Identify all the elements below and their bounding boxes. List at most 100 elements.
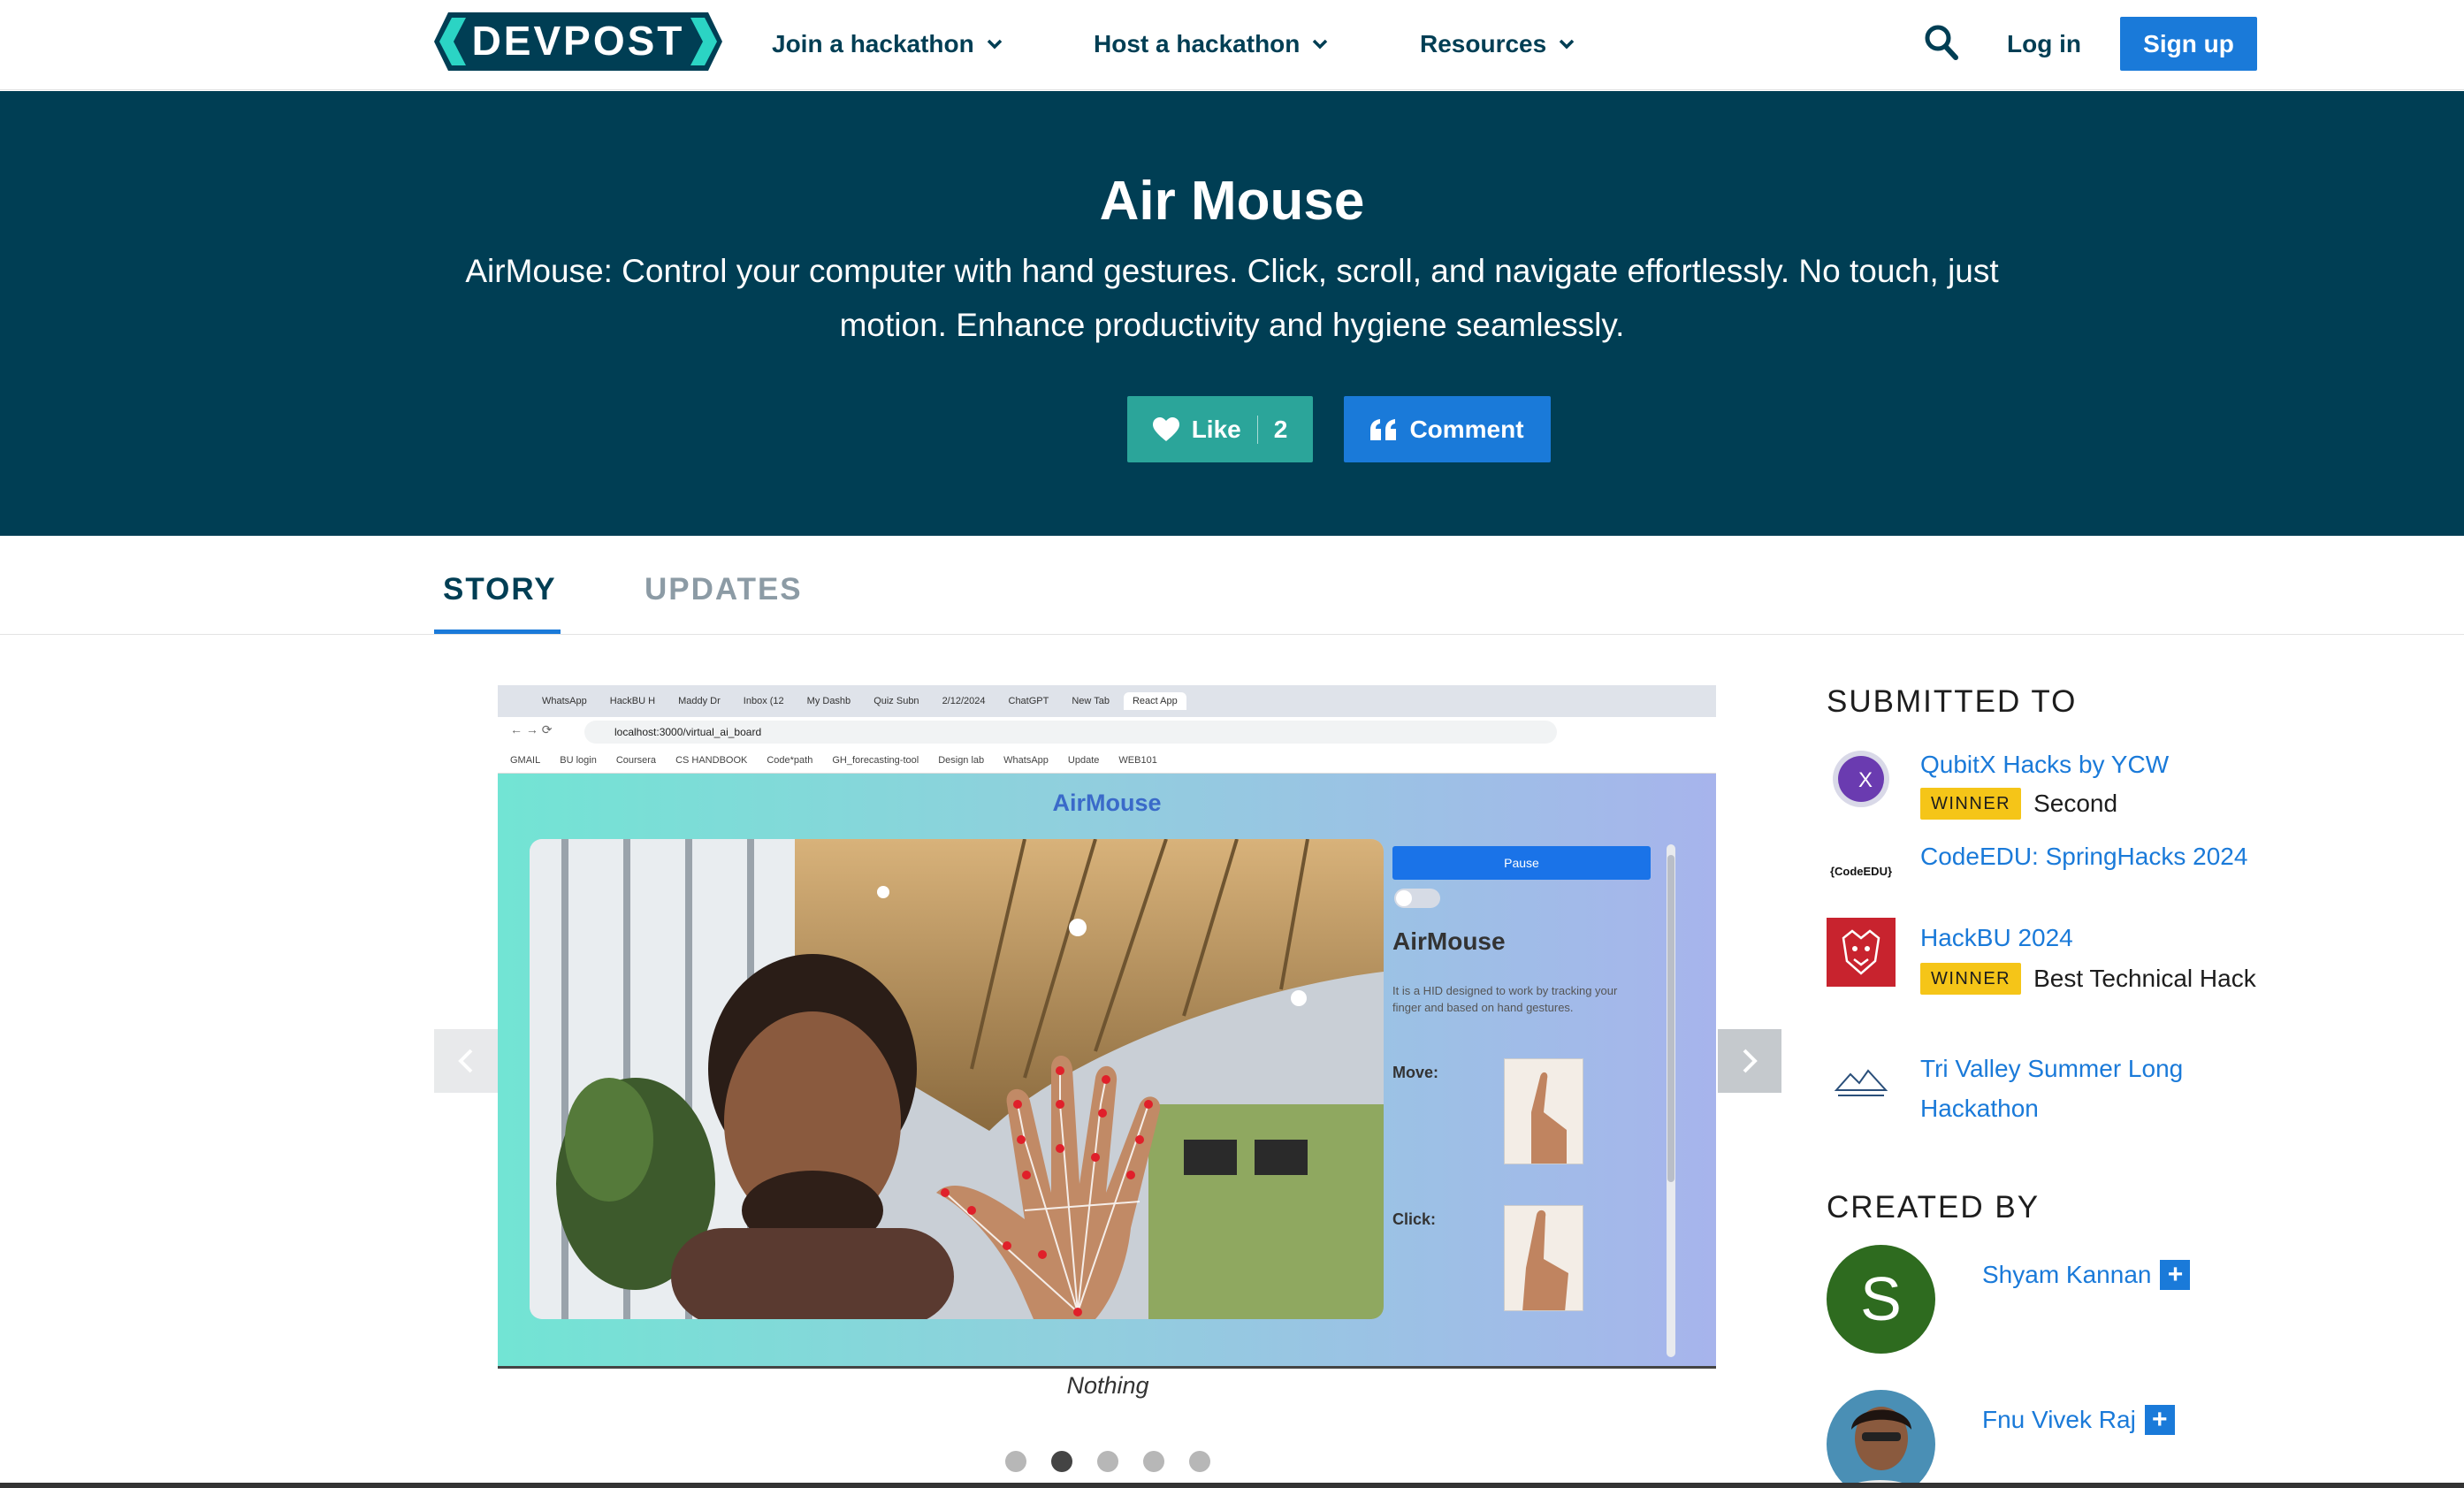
gallery-dot[interactable]: [1005, 1451, 1026, 1472]
click-label: Click:: [1392, 1210, 1437, 1228]
browser-nav-icons: ← → ⟳: [510, 722, 553, 736]
bookmark-item: Update: [1067, 754, 1100, 766]
gallery-dot[interactable]: [1051, 1451, 1072, 1472]
bookmark-item: Coursera: [615, 754, 657, 766]
like-divider: [1256, 415, 1258, 444]
signup-button[interactable]: Sign up: [2120, 17, 2257, 71]
browser-tab: Maddy Dr: [678, 696, 721, 706]
gallery-dot[interactable]: [1097, 1451, 1118, 1472]
codeedu-logo-text: {CodeEDU}: [1829, 864, 1893, 878]
bookmark-item: Design lab: [938, 754, 985, 766]
gallery-pagination: [434, 1451, 1781, 1472]
gallery-next-button[interactable]: [1718, 1029, 1781, 1093]
login-link[interactable]: Log in: [2007, 27, 2081, 62]
top-navigation: DEVPOST Join a hackathon Host a hackatho…: [0, 0, 2464, 90]
browser-tab: New Tab: [1072, 696, 1110, 706]
winner-badge: WINNER: [1920, 963, 2022, 995]
gallery-dot[interactable]: [1189, 1451, 1210, 1472]
project-tabs: STORY UPDATES: [0, 536, 2464, 635]
toggle-switch[interactable]: [1394, 889, 1440, 908]
heart-icon: [1152, 416, 1179, 441]
chevron-right-icon: [1743, 1049, 1758, 1073]
tri-valley-logo[interactable]: [1827, 1049, 1896, 1118]
nav-join-hackathon[interactable]: Join a hackathon: [772, 27, 1004, 62]
bookmark-item: GH_forecasting-tool: [832, 754, 919, 766]
page-bottom-divider: [0, 1483, 2464, 1488]
airmouse-app: AirMouse Pause AirMouse It is a HID desi…: [498, 774, 1716, 1366]
nav-resources[interactable]: Resources: [1420, 27, 1576, 62]
panel-description: It is a HID designed to work by tracking…: [1392, 984, 1618, 1014]
bookmark-item: GMAIL: [510, 754, 541, 766]
panel-scrollbar[interactable]: [1667, 844, 1675, 1357]
chevron-down-icon: [987, 39, 1002, 50]
codeedu-logo[interactable]: {CodeEDU}: [1827, 836, 1896, 905]
gallery-prev-button[interactable]: [434, 1029, 498, 1093]
creator-name: Shyam Kannan: [1982, 1261, 2152, 1288]
gallery-caption: Nothing: [1066, 1372, 1149, 1399]
nav-join-label: Join a hackathon: [772, 30, 974, 57]
browser-tab: Inbox (12: [743, 696, 784, 706]
nav-host-hackathon[interactable]: Host a hackathon: [1094, 27, 1330, 62]
comment-label: Comment: [1409, 415, 1524, 443]
like-label: Like: [1191, 415, 1241, 443]
project-title: Air Mouse: [1099, 171, 1365, 232]
tab-story[interactable]: STORY: [443, 568, 557, 612]
creator-name: Fnu Vivek Raj: [1982, 1406, 2136, 1433]
submission-name[interactable]: QubitX Hacks by YCW: [1920, 744, 2274, 784]
browser-tab-strip: WhatsApp HackBU H Maddy Dr Inbox (12 My Dash…: [498, 685, 1716, 717]
browser-toolbar: ← → ⟳ localhost:3000/virtual_ai_board: [498, 717, 1716, 747]
media-gallery: WhatsApp HackBU H Maddy Dr Inbox (12 My Dash…: [434, 635, 1781, 1488]
svg-text:X: X: [1858, 768, 1873, 792]
browser-tab: React App: [1123, 692, 1186, 710]
hackbu-logo[interactable]: [1827, 918, 1896, 987]
follow-plus-icon[interactable]: +: [2160, 1260, 2191, 1290]
browser-tab: My Dashb: [806, 696, 851, 706]
creator-link[interactable]: Fnu Vivek Raj +: [1982, 1402, 2175, 1438]
browser-tab: 2/12/2024: [942, 696, 986, 706]
tab-updates[interactable]: UPDATES: [645, 568, 803, 612]
active-tab-indicator: [434, 630, 561, 634]
chevron-left-icon: [458, 1049, 473, 1073]
browser-tab: ChatGPT: [1008, 696, 1049, 706]
prize-line: WINNER Best Technical Hack: [1920, 958, 2274, 998]
follow-plus-icon[interactable]: +: [2144, 1405, 2175, 1435]
bookmarks-bar: GMAIL BU login Coursera CS HANDBOOK Code*pat…: [498, 747, 1716, 774]
bookmark-item: WEB101: [1118, 754, 1157, 766]
nav-host-label: Host a hackathon: [1094, 30, 1301, 57]
comment-button[interactable]: Comment: [1344, 396, 1551, 462]
bookmark-item: BU login: [560, 754, 597, 766]
browser-tab: WhatsApp: [542, 696, 587, 706]
chevron-down-icon: [1559, 39, 1575, 50]
gesture-panel: Pause AirMouse It is a HID designed to w…: [1392, 839, 1684, 1343]
like-button[interactable]: Like 2: [1127, 396, 1313, 462]
qubitx-logo[interactable]: X: [1827, 744, 1896, 813]
creator-link[interactable]: Shyam Kannan +: [1982, 1257, 2191, 1293]
browser-tab: Quiz Subn: [873, 696, 919, 706]
bookmark-item: Code*path: [767, 754, 813, 766]
devpost-logo[interactable]: DEVPOST: [434, 12, 722, 71]
panel-title: AirMouse: [1392, 927, 1506, 955]
search-icon[interactable]: [1924, 23, 1959, 62]
winner-badge: WINNER: [1920, 788, 2022, 820]
gallery-slide-image[interactable]: WhatsApp HackBU H Maddy Dr Inbox (12 My Dash…: [498, 685, 1716, 1369]
avatar[interactable]: [1827, 1390, 1935, 1488]
submission-name[interactable]: CodeEDU: SpringHacks 2024: [1920, 836, 2274, 876]
app-title: AirMouse: [1052, 790, 1162, 816]
bookmark-item: CS HANDBOOK: [675, 754, 748, 766]
project-hero: Air Mouse AirMouse: Control your compute…: [0, 91, 2464, 536]
avatar[interactable]: S: [1827, 1245, 1935, 1354]
move-label: Move:: [1392, 1064, 1439, 1081]
browser-url-bar: localhost:3000/virtual_ai_board: [584, 721, 1557, 744]
gallery-dot[interactable]: [1143, 1451, 1164, 1472]
project-tagline: AirMouse: Control your computer with han…: [465, 253, 1999, 343]
bookmark-item: WhatsApp: [1003, 754, 1049, 766]
submission-name[interactable]: Tri Valley Summer Long Hackathon: [1920, 1049, 2274, 1128]
nav-resources-label: Resources: [1420, 30, 1547, 57]
pause-button[interactable]: Pause: [1392, 846, 1651, 880]
move-gesture-image: [1504, 1058, 1583, 1164]
created-by-heading: CREATED BY: [1827, 1190, 2041, 1225]
chevron-down-icon: [1313, 39, 1328, 50]
prize-line: WINNER Second: [1920, 783, 2274, 823]
submission-name[interactable]: HackBU 2024: [1920, 918, 2274, 958]
webcam-feed-image: [530, 839, 1384, 1319]
